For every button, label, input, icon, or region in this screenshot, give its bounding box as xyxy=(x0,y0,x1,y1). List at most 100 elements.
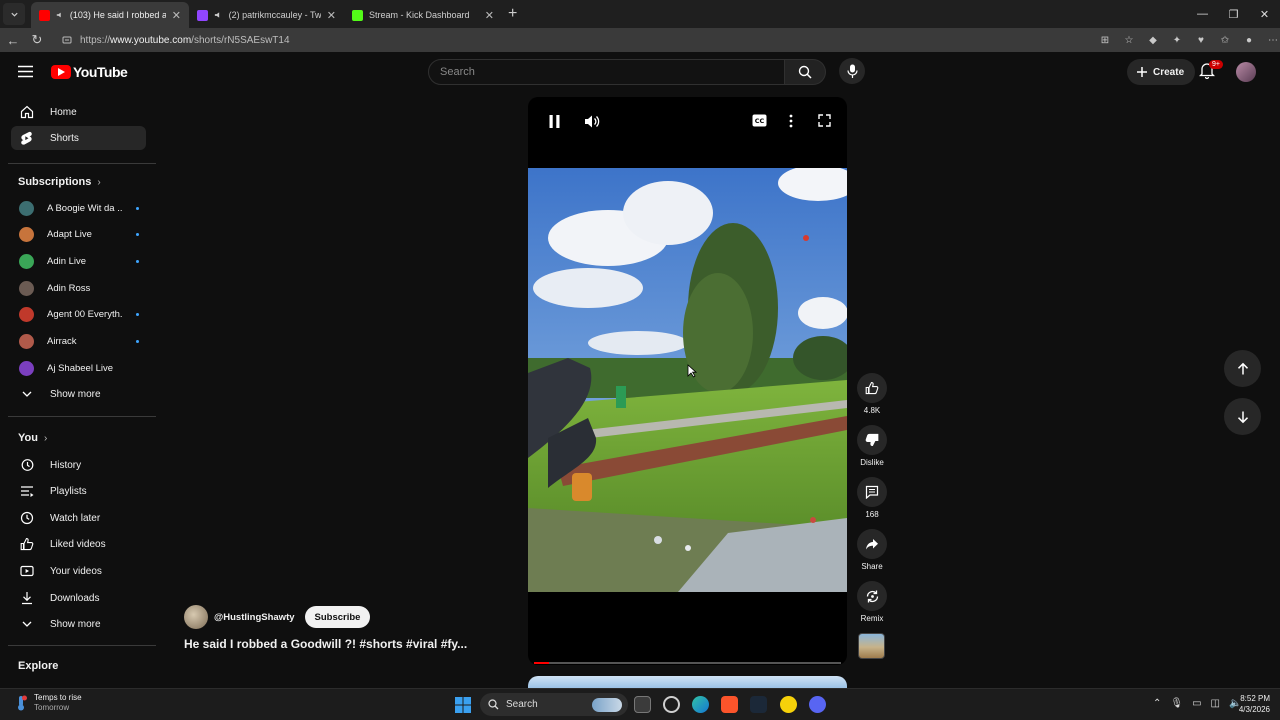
taskbar-clock[interactable]: 8:52 PM 4/3/2026 xyxy=(1226,693,1270,715)
subscribe-button[interactable]: Subscribe xyxy=(304,606,371,628)
display-tray-icon[interactable]: ▭ xyxy=(1192,698,1201,709)
profile-icon[interactable]: ● xyxy=(1242,33,1256,47)
extensions-icon[interactable]: ✦ xyxy=(1170,33,1184,47)
weather-line-1: Temps to rise xyxy=(34,693,82,702)
video-frame[interactable] xyxy=(528,168,847,592)
browser-tab-youtube[interactable]: (103) He said I robbed a Good ✕ xyxy=(31,2,189,28)
pause-icon[interactable] xyxy=(548,114,561,129)
sidebar-item-subscription[interactable]: Agent 00 Everyth... xyxy=(19,302,139,326)
next-short-button[interactable] xyxy=(1224,398,1261,435)
microphone-tray-icon[interactable]: 🎙 xyxy=(1170,698,1183,709)
sidebar-item-subscription[interactable]: Airrack xyxy=(19,329,139,353)
channel-avatar[interactable] xyxy=(184,605,208,629)
site-info-icon[interactable] xyxy=(62,35,72,45)
chevron-right-icon: › xyxy=(43,432,48,444)
voice-search-button[interactable] xyxy=(839,58,865,84)
new-tab-icon[interactable]: + xyxy=(508,5,517,23)
sidebar-item-watch-later[interactable]: Watch later xyxy=(11,506,146,530)
sidebar-item-history[interactable]: History xyxy=(11,453,146,477)
search-button[interactable] xyxy=(785,59,826,85)
remix-button[interactable] xyxy=(857,581,887,611)
snapchat-icon[interactable] xyxy=(780,696,797,713)
volume-icon[interactable] xyxy=(584,114,600,129)
speaker-icon[interactable] xyxy=(56,10,64,20)
sidebar-item-subscription[interactable]: A Boogie Wit da ... xyxy=(19,196,139,220)
comments-button[interactable] xyxy=(857,477,887,507)
search-highlight-image xyxy=(592,697,622,712)
close-tab-icon[interactable]: ✕ xyxy=(172,9,181,22)
short-title[interactable]: He said I robbed a Goodwill ?! #shorts #… xyxy=(184,637,467,651)
shorts-video-player[interactable]: CC xyxy=(528,97,847,665)
mouse-cursor-icon xyxy=(687,364,697,378)
extension-diamond-icon[interactable]: ◆ xyxy=(1146,33,1160,47)
channel-avatar xyxy=(19,226,34,242)
youtube-logo[interactable]: YouTube xyxy=(51,64,128,80)
sidebar-item-liked-videos[interactable]: Liked videos xyxy=(11,532,146,556)
show-more-subscriptions[interactable]: Show more xyxy=(11,382,146,406)
minimize-icon[interactable]: — xyxy=(1187,0,1218,28)
account-avatar[interactable] xyxy=(1236,62,1256,82)
previous-short-button[interactable] xyxy=(1224,350,1261,387)
task-view-icon[interactable] xyxy=(634,696,651,713)
reload-icon[interactable]: ↻ xyxy=(26,29,48,51)
menu-hamburger-icon[interactable] xyxy=(18,65,33,78)
favorite-star-icon[interactable]: ☆ xyxy=(1122,33,1136,47)
taskbar-search[interactable]: Search xyxy=(480,693,628,716)
fullscreen-icon[interactable] xyxy=(818,114,831,127)
speaker-icon[interactable] xyxy=(214,10,223,20)
maximize-icon[interactable]: ❐ xyxy=(1218,0,1249,28)
sidebar-item-subscription[interactable]: Aj Shabeel Live xyxy=(19,356,139,380)
settings-gear-icon[interactable] xyxy=(663,696,680,713)
youtube-favicon-icon xyxy=(39,9,50,21)
more-vertical-icon[interactable] xyxy=(789,114,793,128)
show-more-you[interactable]: Show more xyxy=(11,612,146,636)
browser-tab-kick[interactable]: Stream - Kick Dashboard ✕ xyxy=(344,2,502,28)
closed-captions-icon[interactable]: CC xyxy=(752,114,767,127)
share-button[interactable] xyxy=(857,529,887,559)
edge-browser-icon[interactable] xyxy=(692,696,709,713)
network-tray-icon[interactable]: ◫ xyxy=(1211,698,1220,709)
home-icon xyxy=(19,105,34,120)
close-window-icon[interactable]: ✕ xyxy=(1249,0,1280,28)
microphone-icon xyxy=(846,64,858,78)
show-more-label: Show more xyxy=(50,388,101,400)
close-tab-icon[interactable]: ✕ xyxy=(485,9,494,22)
discord-icon[interactable] xyxy=(809,696,826,713)
shorts-icon xyxy=(19,131,34,146)
tab-title: Stream - Kick Dashboard xyxy=(369,10,470,20)
channel-avatar xyxy=(19,360,34,376)
url-field[interactable]: https://www.youtube.com/shorts/rN5SAEswT… xyxy=(54,30,1094,50)
app-available-icon[interactable]: ⊞ xyxy=(1098,33,1112,47)
windows-start-icon[interactable] xyxy=(455,697,471,713)
close-tab-icon[interactable]: ✕ xyxy=(327,9,336,22)
brave-browser-icon[interactable] xyxy=(721,696,738,713)
sidebar-item-home[interactable]: Home xyxy=(11,100,146,124)
dislike-button[interactable] xyxy=(857,425,887,455)
tray-chevron-up-icon[interactable]: ⌃ xyxy=(1153,698,1161,709)
sidebar-item-subscription[interactable]: Adapt Live xyxy=(19,222,139,246)
channel-handle[interactable]: @HustlingShawty xyxy=(214,612,295,623)
subscriptions-heading[interactable]: Subscriptions › xyxy=(18,176,101,188)
url-domain: www.youtube.com xyxy=(110,34,192,46)
back-arrow-icon[interactable]: ← xyxy=(2,29,24,51)
more-options-icon[interactable]: ⋯ xyxy=(1266,33,1280,47)
next-short-preview[interactable] xyxy=(528,676,847,688)
sidebar-item-playlists[interactable]: Playlists xyxy=(11,479,146,503)
sidebar-item-subscription[interactable]: Adin Live xyxy=(19,249,139,273)
like-button[interactable] xyxy=(857,373,887,403)
sidebar-item-shorts[interactable]: Shorts xyxy=(11,126,146,150)
sidebar-item-downloads[interactable]: Downloads xyxy=(11,586,146,610)
search-input[interactable] xyxy=(428,59,785,85)
sidebar-item-your-videos[interactable]: Your videos xyxy=(11,559,146,583)
create-button[interactable]: Create xyxy=(1127,59,1196,85)
sidebar-item-subscription[interactable]: Adin Ross xyxy=(19,276,139,300)
browser-essentials-icon[interactable]: ♥ xyxy=(1194,33,1208,47)
browser-tab-twitch[interactable]: (2) patrikmccauley - Twitch ✕ xyxy=(189,2,344,28)
steam-icon[interactable] xyxy=(750,696,767,713)
favorites-icon[interactable]: ✩ xyxy=(1218,33,1232,47)
sound-thumbnail[interactable] xyxy=(858,633,885,659)
tab-list-button[interactable] xyxy=(3,3,25,25)
you-heading[interactable]: You › xyxy=(18,432,47,444)
video-progress-bar[interactable] xyxy=(534,662,841,664)
weather-widget[interactable]: Temps to rise Tomorrow xyxy=(14,693,82,713)
